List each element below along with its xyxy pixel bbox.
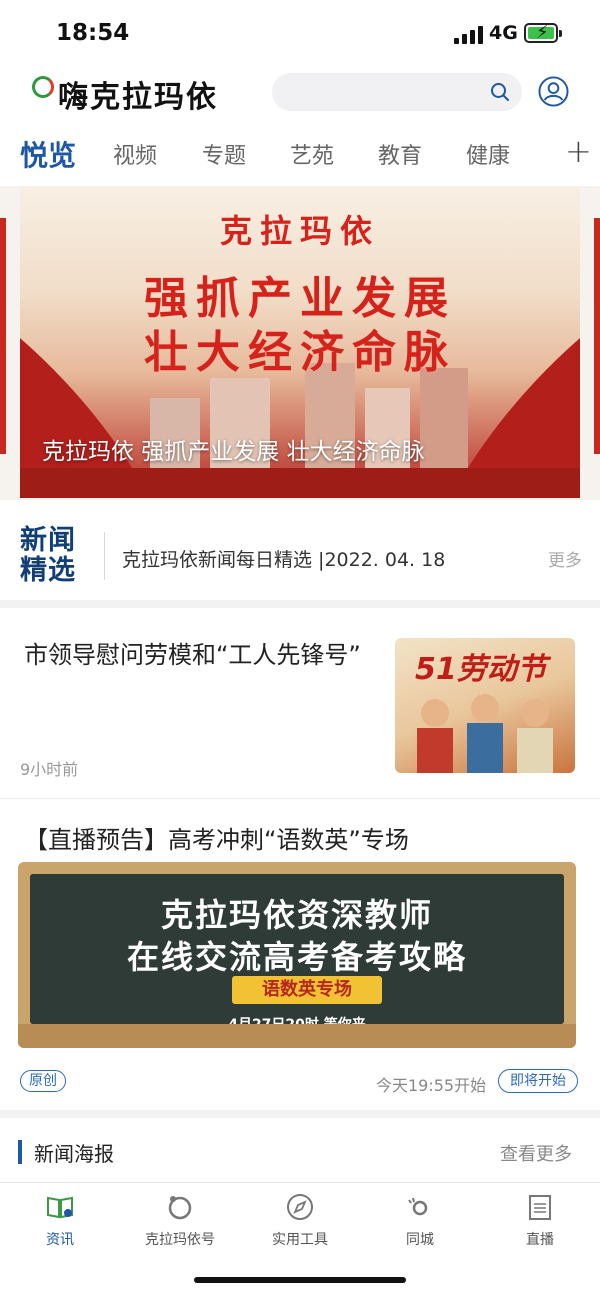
- banner-prev-peek[interactable]: [0, 218, 6, 454]
- user-profile-icon[interactable]: [538, 76, 569, 107]
- live-start-time: 今天19:55开始: [376, 1076, 487, 1095]
- divider: [0, 798, 600, 799]
- more-link[interactable]: 更多: [548, 546, 582, 571]
- nav-local[interactable]: 同城: [360, 1183, 480, 1253]
- banner-carousel: 克拉玛依 强抓产业发展 壮大经济命脉 克拉玛依 强抓产业发展 壮大经济命脉: [0, 186, 600, 500]
- status-bar: 18:54 4G ⚡: [0, 0, 600, 64]
- battery-icon: ⚡: [524, 22, 562, 43]
- divider: [104, 532, 105, 580]
- newspaper-icon: [529, 1195, 551, 1220]
- tab-education[interactable]: 教育: [378, 138, 422, 170]
- section-divider: [0, 1110, 600, 1118]
- banner-next-peek[interactable]: [594, 218, 600, 454]
- book-icon: [47, 1196, 73, 1219]
- app-header: 嗨克拉玛依: [0, 64, 600, 124]
- article-title[interactable]: 【直播预告】高考冲刺“语数英”专场: [24, 820, 409, 855]
- article-item[interactable]: 市领导慰问劳模和“工人先锋号” 9小时前 51劳动节: [0, 612, 600, 798]
- chalk-ledge: [18, 1024, 576, 1048]
- coming-soon-button[interactable]: 即将开始: [498, 1069, 578, 1093]
- nav-karamay-account[interactable]: 克拉玛依号: [120, 1183, 240, 1253]
- live-preview-article[interactable]: 【直播预告】高考冲刺“语数英”专场 克拉玛依资深教师 在线交流高考备考攻略 语数…: [0, 800, 600, 1110]
- cover-text-2: 在线交流高考备考攻略: [126, 938, 467, 976]
- banner-headline-1: 克拉玛依: [219, 212, 380, 250]
- nav-label: 实用工具: [272, 1232, 328, 1248]
- workers-illustration: [417, 694, 553, 773]
- location-icon: [408, 1197, 428, 1216]
- cover-ribbon: 语数英专场: [232, 976, 382, 1004]
- compass-icon: [287, 1194, 313, 1220]
- banner-slide[interactable]: 克拉玛依 强抓产业发展 壮大经济命脉 克拉玛依 强抓产业发展 壮大经济命脉: [20, 186, 580, 498]
- tab-arts[interactable]: 艺苑: [290, 138, 334, 170]
- nav-live[interactable]: 直播: [480, 1183, 600, 1253]
- banner-caption: 克拉玛依 强抓产业发展 壮大经济命脉: [42, 439, 425, 465]
- network-type: 4G: [489, 22, 518, 44]
- nav-tools[interactable]: 实用工具: [240, 1183, 360, 1253]
- add-channel-icon[interactable]: +: [565, 132, 592, 170]
- nav-label: 资讯: [46, 1232, 74, 1248]
- status-time: 18:54: [56, 20, 130, 46]
- tab-health[interactable]: 健康: [466, 138, 510, 170]
- original-badge: 原创: [20, 1070, 66, 1092]
- logo-icon: [32, 76, 54, 98]
- news-selection-headline[interactable]: 克拉玛依新闻每日精选 |2022. 04. 18: [122, 545, 445, 572]
- news-selection-bar[interactable]: 新闻 精选 克拉玛依新闻每日精选 |2022. 04. 18 更多: [0, 512, 600, 598]
- section-title: 新闻海报: [34, 1142, 114, 1166]
- karamay-logo-icon: [168, 1196, 192, 1220]
- banner-headline-3: 壮大经济命脉: [144, 327, 456, 378]
- live-cover-image[interactable]: 克拉玛依资深教师 在线交流高考备考攻略 语数英专场 4月27日20时 等你来: [18, 862, 576, 1048]
- section-divider: [0, 600, 600, 608]
- article-thumbnail[interactable]: 51劳动节: [395, 638, 575, 773]
- news-posters-header: 新闻海报 查看更多: [0, 1122, 600, 1180]
- cover-text-1: 克拉玛依资深教师: [160, 896, 433, 934]
- article-time: 9小时前: [20, 760, 79, 779]
- nav-news[interactable]: 资讯: [0, 1183, 120, 1253]
- nav-label: 同城: [406, 1232, 434, 1248]
- article-title[interactable]: 市领导慰问劳模和“工人先锋号”: [24, 638, 364, 672]
- news-selection-badge: 新闻 精选: [20, 525, 76, 586]
- search-icon[interactable]: [490, 82, 510, 102]
- tab-yuelan[interactable]: 悦览: [20, 134, 76, 174]
- nav-label: 直播: [526, 1232, 554, 1248]
- tab-video[interactable]: 视频: [113, 138, 157, 170]
- search-input[interactable]: [272, 73, 522, 111]
- channel-tabs: 悦览 视频 专题 艺苑 教育 健康 +: [0, 128, 600, 180]
- tab-topics[interactable]: 专题: [202, 138, 246, 170]
- section-accent-bar: [18, 1140, 22, 1164]
- home-indicator[interactable]: [194, 1277, 406, 1283]
- signal-icon: [454, 24, 484, 44]
- nav-label: 克拉玛依号: [145, 1232, 215, 1248]
- view-more-link[interactable]: 查看更多: [500, 1140, 572, 1166]
- app-logo-text: 嗨克拉玛依: [58, 80, 218, 115]
